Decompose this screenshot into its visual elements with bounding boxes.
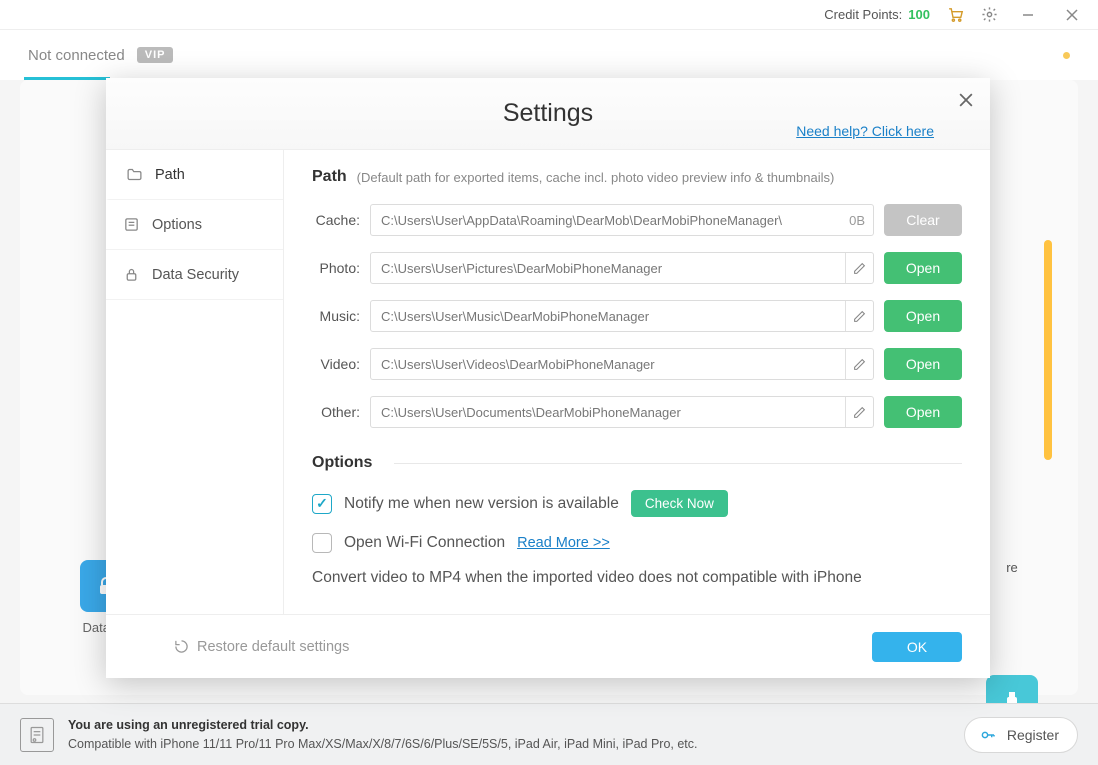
restore-label: Restore default settings [197, 639, 349, 655]
path-title: Path [312, 168, 347, 186]
video-row: Video: Open [312, 348, 962, 380]
restore-icon [174, 639, 189, 654]
credit-value: 100 [908, 7, 930, 22]
open-button[interactable]: Open [884, 396, 962, 428]
convert-text: Convert video to MP4 when the imported v… [312, 569, 962, 587]
music-input-wrap [370, 300, 874, 332]
open-button[interactable]: Open [884, 348, 962, 380]
pencil-icon[interactable] [845, 253, 873, 283]
minimize-button[interactable] [1014, 1, 1042, 29]
read-more-link[interactable]: Read More >> [517, 535, 610, 551]
modal-title: Settings [503, 99, 593, 128]
wifi-checkbox[interactable] [312, 533, 332, 553]
photo-input[interactable] [371, 261, 845, 276]
photo-label: Photo: [312, 260, 360, 276]
music-row: Music: Open [312, 300, 962, 332]
open-button[interactable]: Open [884, 300, 962, 332]
help-link[interactable]: Need help? Click here [796, 123, 934, 139]
notify-checkbox[interactable] [312, 494, 332, 514]
wifi-row: Open Wi-Fi Connection Read More >> [312, 533, 962, 553]
clear-button[interactable]: Clear [884, 204, 962, 236]
music-label: Music: [312, 308, 360, 324]
connection-status: Not connected [28, 47, 125, 64]
video-input[interactable] [371, 357, 845, 372]
sidebar-item-options[interactable]: Options [106, 200, 283, 250]
options-section-header: Options [312, 454, 962, 472]
settings-modal: Settings Need help? Click here Path Opti… [106, 78, 990, 678]
path-section-header: Path (Default path for exported items, c… [312, 168, 962, 186]
register-button[interactable]: Register [964, 717, 1078, 753]
close-icon[interactable] [956, 90, 976, 110]
sidebar-item-security[interactable]: Data Security [106, 250, 283, 300]
gear-icon[interactable] [980, 6, 998, 24]
divider [394, 463, 962, 464]
folder-icon [125, 166, 143, 184]
vip-badge: VIP [137, 47, 174, 63]
sidebar-item-path[interactable]: Path [106, 150, 283, 200]
window-titlebar: Credit Points: 100 [0, 0, 1098, 30]
notification-dot [1063, 52, 1070, 59]
cart-icon[interactable] [946, 6, 964, 24]
cache-input[interactable] [371, 213, 841, 228]
cache-input-wrap: 0B [370, 204, 874, 236]
settings-sidebar: Path Options Data Security [106, 150, 284, 614]
settings-content: Path (Default path for exported items, c… [284, 150, 990, 614]
music-input[interactable] [371, 309, 845, 324]
key-icon [979, 726, 997, 744]
video-label: Video: [312, 356, 360, 372]
pencil-icon[interactable] [845, 301, 873, 331]
photo-row: Photo: Open [312, 252, 962, 284]
pencil-icon[interactable] [845, 397, 873, 427]
banner-text: You are using an unregistered trial copy… [68, 716, 950, 754]
close-window-button[interactable] [1058, 1, 1086, 29]
modal-footer: Restore default settings OK [106, 614, 990, 678]
cache-row: Cache: 0B Clear [312, 204, 962, 236]
path-subtitle: (Default path for exported items, cache … [357, 170, 835, 185]
sidebar-label: Options [152, 217, 202, 233]
trial-banner: You are using an unregistered trial copy… [0, 703, 1098, 765]
photo-input-wrap [370, 252, 874, 284]
document-icon [20, 718, 54, 752]
wifi-label: Open Wi-Fi Connection [344, 534, 505, 552]
banner-line1: You are using an unregistered trial copy… [68, 716, 950, 735]
check-now-button[interactable]: Check Now [631, 490, 728, 517]
other-label: Other: [312, 404, 360, 420]
register-label: Register [1007, 727, 1059, 743]
other-input-wrap [370, 396, 874, 428]
modal-header: Settings Need help? Click here [106, 78, 990, 150]
open-button[interactable]: Open [884, 252, 962, 284]
sidebar-label: Data Security [152, 267, 239, 283]
cache-label: Cache: [312, 212, 360, 228]
notify-label: Notify me when new version is available [344, 495, 619, 513]
lock-icon [122, 266, 140, 284]
options-icon [122, 216, 140, 234]
restore-defaults[interactable]: Restore default settings [174, 639, 349, 655]
accent-bar [1044, 240, 1052, 460]
other-input[interactable] [371, 405, 845, 420]
ok-button[interactable]: OK [872, 632, 962, 662]
sidebar-label: Path [155, 167, 185, 183]
modal-body: Path Options Data Security Path (Default… [106, 150, 990, 614]
credit-points: Credit Points: 100 [824, 7, 930, 22]
status-bar: Not connected VIP [0, 30, 1098, 80]
cache-size: 0B [841, 213, 873, 228]
video-input-wrap [370, 348, 874, 380]
options-title: Options [312, 454, 372, 472]
credit-label: Credit Points: [824, 7, 902, 22]
pencil-icon[interactable] [845, 349, 873, 379]
banner-line2: Compatible with iPhone 11/11 Pro/11 Pro … [68, 735, 950, 754]
other-row: Other: Open [312, 396, 962, 428]
notify-row: Notify me when new version is available … [312, 490, 962, 517]
